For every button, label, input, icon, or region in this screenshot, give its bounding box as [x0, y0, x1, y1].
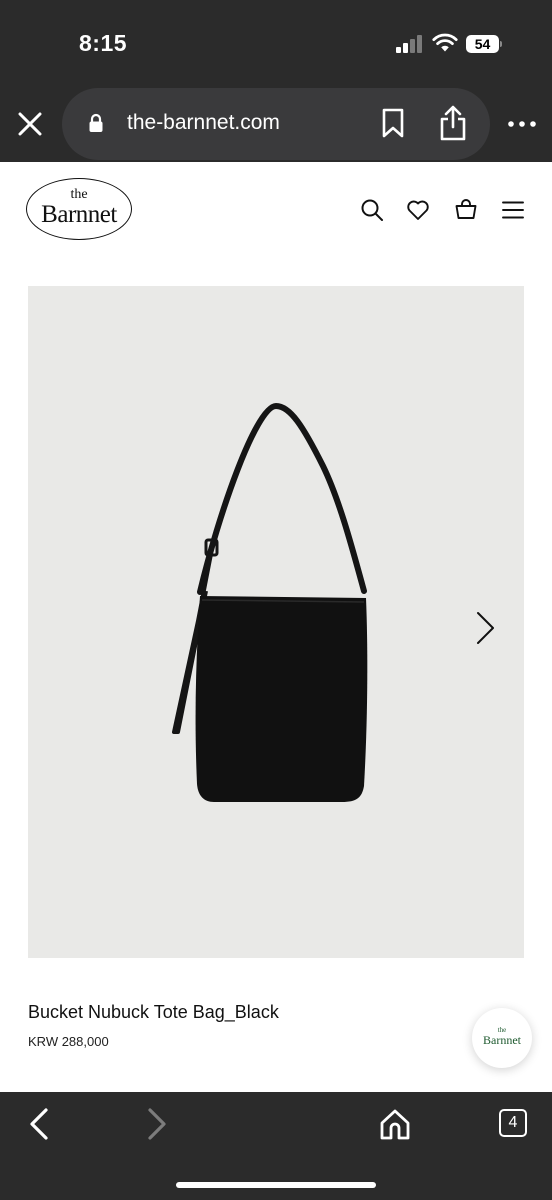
battery-icon: 54	[466, 35, 502, 53]
share-icon[interactable]	[438, 104, 468, 142]
forward-icon[interactable]	[138, 1106, 174, 1142]
close-icon[interactable]	[14, 108, 46, 140]
status-bar: 8:15 54	[0, 0, 552, 88]
search-icon[interactable]	[360, 198, 384, 222]
url-text[interactable]: the-barnnet.com	[127, 111, 280, 135]
battery-level: 54	[466, 35, 499, 53]
next-image-chevron-icon[interactable]	[474, 610, 496, 646]
product-name[interactable]: Bucket Nubuck Tote Bag_Black	[28, 1002, 279, 1023]
tote-bag-image	[172, 402, 368, 802]
logo-word: Barnnet	[41, 201, 117, 228]
address-bar[interactable]: the-barnnet.com	[62, 88, 490, 160]
menu-icon[interactable]	[501, 198, 525, 222]
browser-toolbar: the-barnnet.com	[0, 88, 552, 162]
heart-icon[interactable]	[406, 198, 430, 222]
web-content: the Barnnet Bucket Nubuck Tote Bag_Black…	[0, 162, 552, 1092]
bookmark-icon[interactable]	[380, 108, 406, 138]
back-icon[interactable]	[22, 1106, 58, 1142]
chat-badge-word: Barnnet	[483, 1033, 521, 1047]
cellular-signal-icon	[396, 35, 424, 53]
status-time: 8:15	[79, 30, 128, 56]
bottom-toolbar: 4	[0, 1092, 552, 1200]
more-icon[interactable]	[506, 114, 538, 134]
lock-icon	[89, 113, 103, 132]
product-price: KRW 288,000	[28, 1034, 109, 1049]
product-image[interactable]	[28, 286, 524, 958]
home-icon[interactable]	[377, 1106, 413, 1142]
home-indicator	[176, 1182, 376, 1188]
tabs-icon[interactable]: 4	[499, 1109, 527, 1137]
site-logo[interactable]: the Barnnet	[26, 178, 134, 242]
floating-chat-button[interactable]: the Barnnet	[472, 1008, 532, 1068]
bag-icon[interactable]	[454, 198, 478, 222]
wifi-icon	[432, 33, 458, 52]
